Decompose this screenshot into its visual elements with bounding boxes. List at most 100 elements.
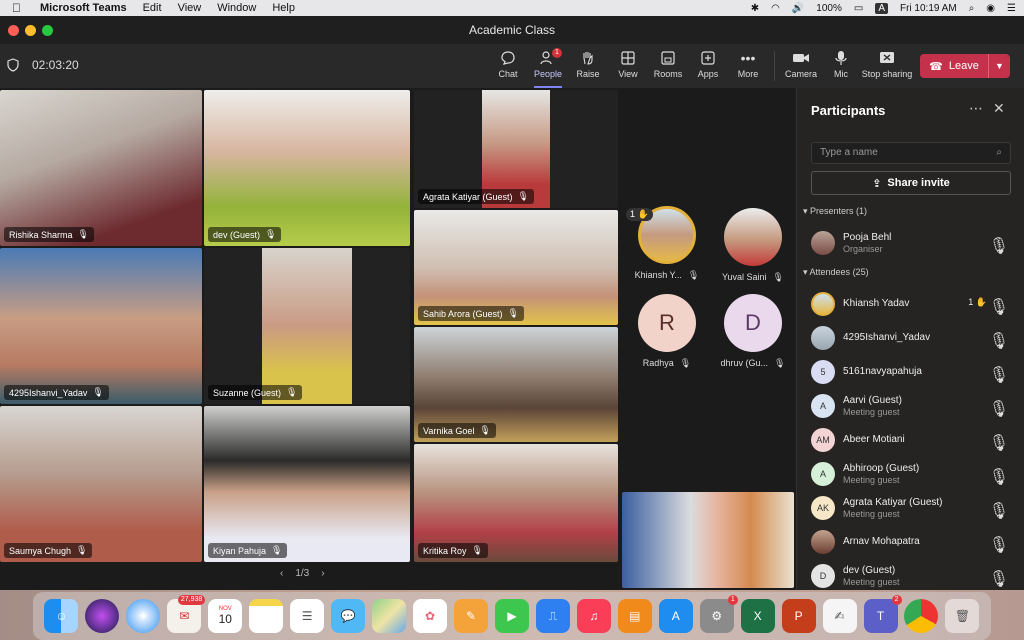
keynote-icon[interactable]: ⎍ bbox=[535, 599, 570, 633]
video-tile[interactable]: Varnika Goel 🎙 bbox=[414, 327, 618, 442]
menu-edit[interactable]: Edit bbox=[143, 2, 162, 14]
clock[interactable]: Fri 10:19 AM bbox=[900, 3, 957, 14]
pages-icon[interactable]: ✎ bbox=[454, 599, 488, 633]
leave-options-dropdown[interactable]: ▼ bbox=[988, 54, 1010, 78]
presenters-label: Presenters (1) bbox=[810, 206, 868, 216]
video-tile[interactable]: Kiyan Pahuja 🎙 bbox=[204, 406, 410, 562]
facetime-icon[interactable]: ▶ bbox=[494, 599, 529, 633]
video-tile[interactable]: Agrata Katiyar (Guest) 🎙 bbox=[414, 90, 618, 208]
volume-icon[interactable]: 🔊 bbox=[792, 3, 804, 14]
menu-view[interactable]: View bbox=[178, 2, 202, 14]
presenters-section-header[interactable]: ▾ Presenters (1) bbox=[803, 206, 867, 217]
participant-name: Kritika Roy bbox=[423, 545, 467, 556]
video-tile[interactable]: Saumya Chugh 🎙 bbox=[0, 406, 202, 562]
video-tile[interactable]: Rishika Sharma 🎙 bbox=[0, 90, 202, 246]
people-button[interactable]: 1 People bbox=[528, 48, 568, 88]
books-icon[interactable]: ▤ bbox=[617, 599, 652, 633]
minimize-window-button[interactable] bbox=[25, 25, 36, 36]
participant-row[interactable]: Pooja Behl Organiser 🎙 bbox=[811, 228, 1015, 258]
leave-button[interactable]: ☎ Leave ▼ bbox=[920, 54, 1010, 78]
stop-share-icon bbox=[880, 52, 894, 63]
participant-avatar[interactable]: 1 ✋ Khiansh Y... 🎙 bbox=[626, 206, 708, 281]
phone-hangup-icon: ☎ bbox=[929, 60, 943, 73]
video-tile[interactable]: Kritika Roy 🎙 bbox=[414, 444, 618, 562]
notes-icon[interactable] bbox=[249, 599, 284, 633]
spotlight-icon[interactable]: ⌕ bbox=[969, 3, 975, 14]
battery-level[interactable]: 100% bbox=[816, 3, 842, 14]
more-options-icon[interactable]: ⋯ bbox=[969, 100, 983, 117]
input-source-indicator[interactable]: A bbox=[875, 2, 888, 14]
raise-hand-button[interactable]: Raise bbox=[568, 48, 608, 84]
avatar: R bbox=[638, 294, 696, 352]
photos-icon[interactable]: ✿ bbox=[413, 599, 448, 633]
close-window-button[interactable] bbox=[8, 25, 19, 36]
menu-app-name[interactable]: Microsoft Teams bbox=[40, 2, 127, 14]
finder-icon[interactable]: ☺ bbox=[44, 599, 79, 633]
rooms-button[interactable]: Rooms bbox=[648, 48, 688, 84]
wifi-icon[interactable]: ◠ bbox=[771, 3, 780, 14]
chat-button[interactable]: Chat bbox=[488, 48, 528, 84]
view-button[interactable]: View bbox=[608, 48, 648, 84]
camera-icon bbox=[793, 54, 809, 62]
attendees-section-header[interactable]: ▾ Attendees (25) bbox=[803, 267, 869, 278]
battery-icon[interactable]: ▭ bbox=[854, 3, 863, 14]
photos-library-icon[interactable]: ✉ 27,938 bbox=[167, 595, 206, 633]
pagination: ‹ 1/3 › bbox=[280, 568, 325, 579]
chevron-left-icon[interactable]: ‹ bbox=[280, 568, 283, 579]
avatar: 5 bbox=[811, 360, 835, 384]
textedit-icon[interactable]: ✍ bbox=[822, 599, 857, 633]
participant-row[interactable]: A Aarvi (Guest) Meeting guest 🎙 bbox=[811, 391, 1015, 421]
siri-dock-icon[interactable] bbox=[85, 599, 120, 633]
participant-row[interactable]: 5 5161navyapahuja 🎙 bbox=[811, 357, 1015, 387]
participant-row[interactable]: Khiansh Yadav 1 ✋ 🎙 bbox=[811, 289, 1015, 319]
mic-button[interactable]: Mic bbox=[821, 48, 861, 84]
system-preferences-icon[interactable]: ⚙ 1 bbox=[699, 595, 738, 633]
menu-window[interactable]: Window bbox=[217, 2, 256, 14]
more-button[interactable]: ••• More bbox=[728, 48, 768, 84]
trash-icon[interactable]: 🗑 bbox=[945, 599, 980, 633]
participant-avatar[interactable]: R Radhya 🎙 bbox=[626, 294, 708, 369]
powerpoint-icon[interactable]: P bbox=[781, 599, 816, 633]
camera-button[interactable]: Camera bbox=[781, 48, 821, 84]
video-tile[interactable]: Sahib Arora (Guest) 🎙 bbox=[414, 210, 618, 325]
menu-help[interactable]: Help bbox=[272, 2, 295, 14]
search-placeholder: Type a name bbox=[820, 147, 878, 158]
chevron-right-icon[interactable]: › bbox=[321, 568, 324, 579]
app-store-icon[interactable]: A bbox=[658, 599, 693, 633]
share-invite-button[interactable]: ⇪ Share invite bbox=[811, 171, 1011, 195]
participant-row[interactable]: AK Agrata Katiyar (Guest) Meeting guest … bbox=[811, 493, 1015, 523]
apple-icon[interactable]:  bbox=[12, 1, 30, 15]
self-view-tile[interactable] bbox=[622, 492, 794, 588]
participant-row[interactable]: 4295Ishanvi_Yadav 🎙 bbox=[811, 323, 1015, 353]
apps-button[interactable]: Apps bbox=[688, 48, 728, 84]
music-icon[interactable]: ♫ bbox=[576, 599, 611, 633]
messages-icon[interactable]: 💬 bbox=[331, 599, 366, 633]
video-tile[interactable]: Suzanne (Guest) 🎙 bbox=[204, 248, 410, 404]
reminders-icon[interactable]: ☰ bbox=[290, 599, 325, 633]
video-tile[interactable]: 4295Ishanvi_Yadav 🎙 bbox=[0, 248, 202, 404]
stop-sharing-button[interactable]: Stop sharing bbox=[861, 48, 913, 84]
siri-icon[interactable]: ◉ bbox=[986, 3, 995, 14]
excel-icon[interactable]: X bbox=[740, 599, 775, 633]
zoom-window-button[interactable] bbox=[42, 25, 53, 36]
bluetooth-icon[interactable]: ✱ bbox=[751, 3, 759, 14]
teams-icon[interactable]: T2 bbox=[863, 595, 902, 633]
panel-title: Participants bbox=[811, 103, 886, 118]
participant-avatar[interactable]: Yuval Saini 🎙 bbox=[712, 208, 794, 283]
close-icon[interactable]: ✕ bbox=[993, 100, 1005, 117]
participant-row[interactable]: D dev (Guest) Meeting guest 🎙 bbox=[811, 561, 1015, 591]
chrome-icon[interactable] bbox=[904, 599, 939, 633]
control-center-icon[interactable]: ☰ bbox=[1007, 3, 1016, 14]
participant-row[interactable]: Arnav Mohapatra 🎙 bbox=[811, 527, 1015, 557]
participant-name: dhruv (Gu... bbox=[720, 358, 769, 368]
shield-icon[interactable] bbox=[7, 58, 19, 72]
safari-icon[interactable]: ✧ bbox=[126, 599, 161, 633]
participant-search-input[interactable]: Type a name ⌕ bbox=[811, 142, 1011, 164]
participant-row[interactable]: AM Abeer Motiani 🎙 bbox=[811, 425, 1015, 455]
participant-avatar[interactable]: D dhruv (Gu... 🎙 bbox=[712, 294, 794, 369]
maps-icon[interactable] bbox=[372, 599, 407, 633]
ellipsis-icon: ••• bbox=[740, 50, 756, 66]
video-tile[interactable]: dev (Guest) 🎙 bbox=[204, 90, 410, 246]
participant-row[interactable]: A Abhiroop (Guest) Meeting guest 🎙 bbox=[811, 459, 1015, 489]
calendar-icon[interactable]: NOV 10 bbox=[208, 599, 243, 633]
